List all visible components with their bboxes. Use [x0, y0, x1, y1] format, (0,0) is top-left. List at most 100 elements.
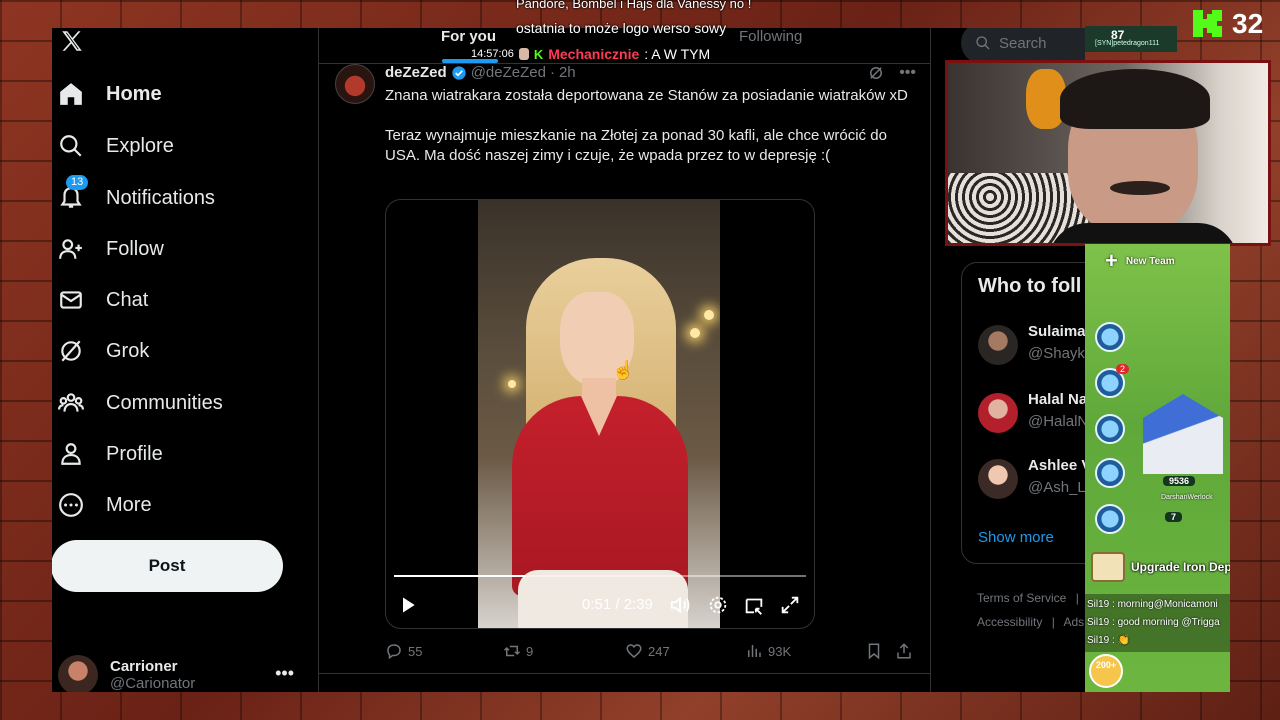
nav-communities[interactable]: Communities: [58, 383, 223, 423]
settings-gear-icon[interactable]: [707, 594, 729, 616]
game-clipboard-button[interactable]: [1095, 414, 1125, 444]
follow-icon: [58, 236, 84, 262]
terms-link[interactable]: Terms of Service: [977, 591, 1066, 605]
chatter-avatar-icon: [518, 48, 529, 60]
like-button[interactable]: 247: [625, 642, 670, 660]
tab-for-you[interactable]: For you: [441, 28, 496, 45]
repost-button[interactable]: 9: [503, 642, 533, 660]
follow-suggestion[interactable]: Ashlee V @Ash_Le: [978, 457, 1085, 501]
nav-follow-label: Follow: [106, 237, 164, 260]
tweet-author-handle[interactable]: @deZeZed: [471, 64, 546, 81]
nav-more[interactable]: More: [58, 485, 152, 525]
footer-links: Terms of Service | Accessibility | Ads: [977, 586, 1084, 634]
search-placeholder: Search: [999, 34, 1047, 52]
nav-chat-label: Chat: [106, 288, 149, 311]
game-search-button[interactable]: [1095, 504, 1125, 534]
nav-grok[interactable]: Grok: [58, 331, 149, 371]
suggestion-handle: @Shayk: [1028, 345, 1085, 362]
nav-chat[interactable]: Chat: [58, 280, 148, 320]
show-more-link[interactable]: Show more: [978, 529, 1054, 546]
video-frame: ☝: [478, 200, 720, 628]
account-name: Carrioner: [110, 658, 178, 675]
nav-notifications[interactable]: 13 Notifications: [58, 175, 215, 218]
new-team-button[interactable]: + New Team: [1105, 248, 1175, 273]
left-sidebar: Home Explore 13 Notifications Follow Cha…: [52, 28, 318, 692]
heart-icon: [626, 644, 642, 658]
nav-home[interactable]: Home: [58, 74, 162, 114]
nav-explore[interactable]: Explore: [58, 126, 174, 166]
video-progress-fill: [394, 575, 526, 577]
suggestion-handle: @Ash_Le: [1028, 479, 1085, 496]
account-switcher[interactable]: Carrioner @Carionator •••: [58, 655, 308, 692]
share-icon: [897, 643, 911, 659]
timeline: For you Following deZeZed @deZeZed · 2h …: [318, 28, 931, 692]
play-icon[interactable]: [398, 594, 418, 616]
game-chat: Sil19 : morning@Monicamoni Sil19 : good …: [1085, 594, 1230, 652]
bookmark-icon: [868, 643, 880, 660]
footer-separator: |: [1051, 615, 1055, 629]
nav-profile[interactable]: Profile: [58, 434, 163, 474]
accessibility-link[interactable]: Accessibility: [977, 615, 1042, 629]
game-location-button[interactable]: [1095, 458, 1125, 488]
kick-badge-icon: K: [533, 46, 544, 62]
game-stars: 7: [1165, 512, 1183, 522]
game-username: [SYN]petedragon111: [1095, 40, 1160, 47]
bookmark-button[interactable]: [865, 642, 883, 660]
game-shop-button[interactable]: [1095, 322, 1125, 352]
picture-in-picture-icon[interactable]: [743, 594, 765, 616]
plus-icon: +: [1105, 248, 1118, 273]
game-building: [1143, 394, 1223, 474]
verified-badge-icon: [452, 65, 466, 80]
tweet-text: Znana wiatrakara została deportowana ze …: [385, 87, 908, 164]
game-player-name: DarshanWerlock: [1161, 494, 1213, 501]
share-button[interactable]: [895, 642, 913, 660]
more-dots-icon[interactable]: •••: [899, 64, 916, 82]
reply-button[interactable]: 55: [385, 642, 422, 660]
tweet-header-icons: •••: [867, 64, 916, 82]
viewer-count: 32: [1232, 8, 1264, 39]
views-button[interactable]: 93K: [745, 642, 791, 660]
volume-icon[interactable]: [669, 594, 691, 616]
nav-grok-label: Grok: [106, 339, 150, 362]
grok-explain-icon[interactable]: [867, 64, 885, 82]
x-logo-icon[interactable]: [59, 28, 85, 54]
video-player[interactable]: ☝ 0:51 / 2:39: [385, 199, 815, 629]
search-icon: [976, 36, 990, 50]
repost-icon: [503, 645, 521, 657]
tweet-author-name[interactable]: deZeZed: [385, 64, 447, 81]
grok-icon: [58, 338, 84, 364]
avatar: [978, 459, 1018, 499]
views-chart-icon: [748, 645, 761, 657]
footer-separator: |: [1075, 591, 1079, 605]
ads-link[interactable]: Ads: [1064, 615, 1085, 629]
nav-follow[interactable]: Follow: [58, 229, 164, 269]
video-time: 0:51 / 2:39: [582, 596, 653, 613]
follow-suggestion[interactable]: Sulaima @Shayk: [978, 323, 1085, 367]
search-icon: [58, 133, 84, 159]
tweet-avatar[interactable]: [335, 64, 375, 104]
mail-icon: [58, 287, 84, 313]
suggestion-name: Ashlee V: [1028, 457, 1085, 474]
bell-icon: 13: [58, 175, 89, 211]
video-progress-bar[interactable]: [394, 575, 806, 577]
upgrade-banner[interactable]: Upgrade Iron Depo: [1091, 552, 1230, 582]
follow-suggestion[interactable]: Halal Na @HalalN: [978, 391, 1085, 435]
fullscreen-icon[interactable]: [779, 594, 801, 616]
search-input[interactable]: Search: [961, 28, 1085, 64]
suggestion-name: Halal Na: [1028, 391, 1085, 408]
kick-logo-icon: [1193, 10, 1222, 37]
repost-count: 9: [526, 643, 534, 659]
tweet[interactable]: deZeZed @deZeZed · 2h ••• Znana wiatraka…: [319, 64, 930, 674]
tweet-time[interactable]: 2h: [559, 64, 576, 81]
tab-following[interactable]: Following: [739, 28, 802, 45]
game-chat-line: Sil19 : 👏: [1087, 635, 1131, 646]
more-dots-icon[interactable]: •••: [275, 663, 294, 684]
game-cart-button[interactable]: 2: [1095, 364, 1129, 398]
post-button[interactable]: Post: [52, 540, 283, 592]
nav-more-label: More: [106, 493, 152, 516]
nav-explore-label: Explore: [106, 134, 174, 157]
tweet-header: deZeZed @deZeZed · 2h: [385, 64, 576, 81]
more-circle-icon: [58, 492, 84, 518]
who-to-follow-title: Who to foll: [978, 275, 1082, 297]
notification-badge: 13: [66, 175, 89, 190]
